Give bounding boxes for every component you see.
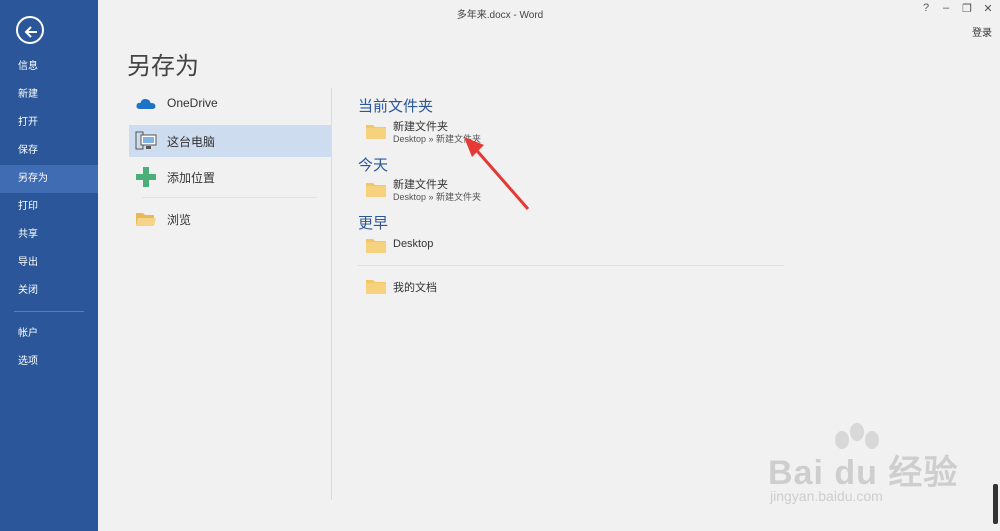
annotation-arrow-icon <box>464 137 530 210</box>
folder-icon <box>366 125 386 139</box>
location-label: OneDrive <box>167 96 218 110</box>
nav-item-info[interactable]: 信息 <box>0 53 98 81</box>
folder-name: 我的文档 <box>393 282 437 294</box>
locations-divider <box>142 197 317 198</box>
nav-item-save-as[interactable]: 另存为 <box>0 165 98 193</box>
nav-item-close[interactable]: 关闭 <box>0 277 98 305</box>
location-this-pc[interactable]: 这台电脑 <box>129 125 331 157</box>
folder-icon <box>366 280 386 294</box>
nav-item-account[interactable]: 帐户 <box>0 320 98 348</box>
folder-item[interactable]: 我的文档 <box>362 270 782 302</box>
location-label: 这台电脑 <box>167 135 216 149</box>
page-title: 另存为 <box>127 53 199 80</box>
nav-divider <box>14 311 84 312</box>
watermark-logo: Bai du 经验 <box>768 454 959 492</box>
computer-icon <box>135 131 157 150</box>
folder-item[interactable]: 新建文件夹 Desktop » 新建文件夹 <box>362 173 782 205</box>
scrollbar-thumb[interactable] <box>993 484 998 524</box>
section-heading-current: 当前文件夹 <box>358 98 434 115</box>
folder-item[interactable]: Desktop <box>362 229 782 261</box>
open-folder-icon <box>136 213 156 226</box>
column-divider <box>331 88 332 500</box>
nav-item-options[interactable]: 选项 <box>0 348 98 376</box>
nav-item-new[interactable]: 新建 <box>0 81 98 109</box>
location-browse[interactable]: 浏览 <box>129 203 331 235</box>
watermark-url: jingyan.baidu.com <box>770 488 883 504</box>
location-label: 添加位置 <box>167 171 216 185</box>
nav-item-export[interactable]: 导出 <box>0 249 98 277</box>
location-onedrive[interactable]: OneDrive <box>129 88 331 120</box>
folders-divider <box>358 265 784 266</box>
backstage-nav: 信息 新建 打开 保存 另存为 打印 共享 导出 关闭 帐户 选项 <box>0 0 98 531</box>
nav-item-share[interactable]: 共享 <box>0 221 98 249</box>
nav-item-print[interactable]: 打印 <box>0 193 98 221</box>
minimize-button[interactable]: – <box>938 2 954 14</box>
location-label: 浏览 <box>167 213 192 227</box>
close-button[interactable]: ✕ <box>980 2 996 15</box>
section-heading-today: 今天 <box>358 157 389 174</box>
folder-icon <box>366 183 386 197</box>
sign-in-link[interactable]: 登录 <box>972 24 992 39</box>
window-title: 多年来.docx - Word <box>456 10 544 21</box>
folder-name: Desktop <box>393 238 434 250</box>
folder-item[interactable]: 新建文件夹 Desktop » 新建文件夹 <box>362 115 782 147</box>
folder-icon <box>366 239 386 253</box>
nav-item-open[interactable]: 打开 <box>0 109 98 137</box>
help-button[interactable]: ? <box>918 2 934 14</box>
plus-icon <box>136 167 156 187</box>
restore-button[interactable]: ❐ <box>959 2 975 15</box>
cloud-icon <box>136 98 156 109</box>
nav-item-save[interactable]: 保存 <box>0 137 98 165</box>
arrow-left-icon <box>24 26 37 38</box>
location-add-place[interactable]: 添加位置 <box>129 161 331 193</box>
